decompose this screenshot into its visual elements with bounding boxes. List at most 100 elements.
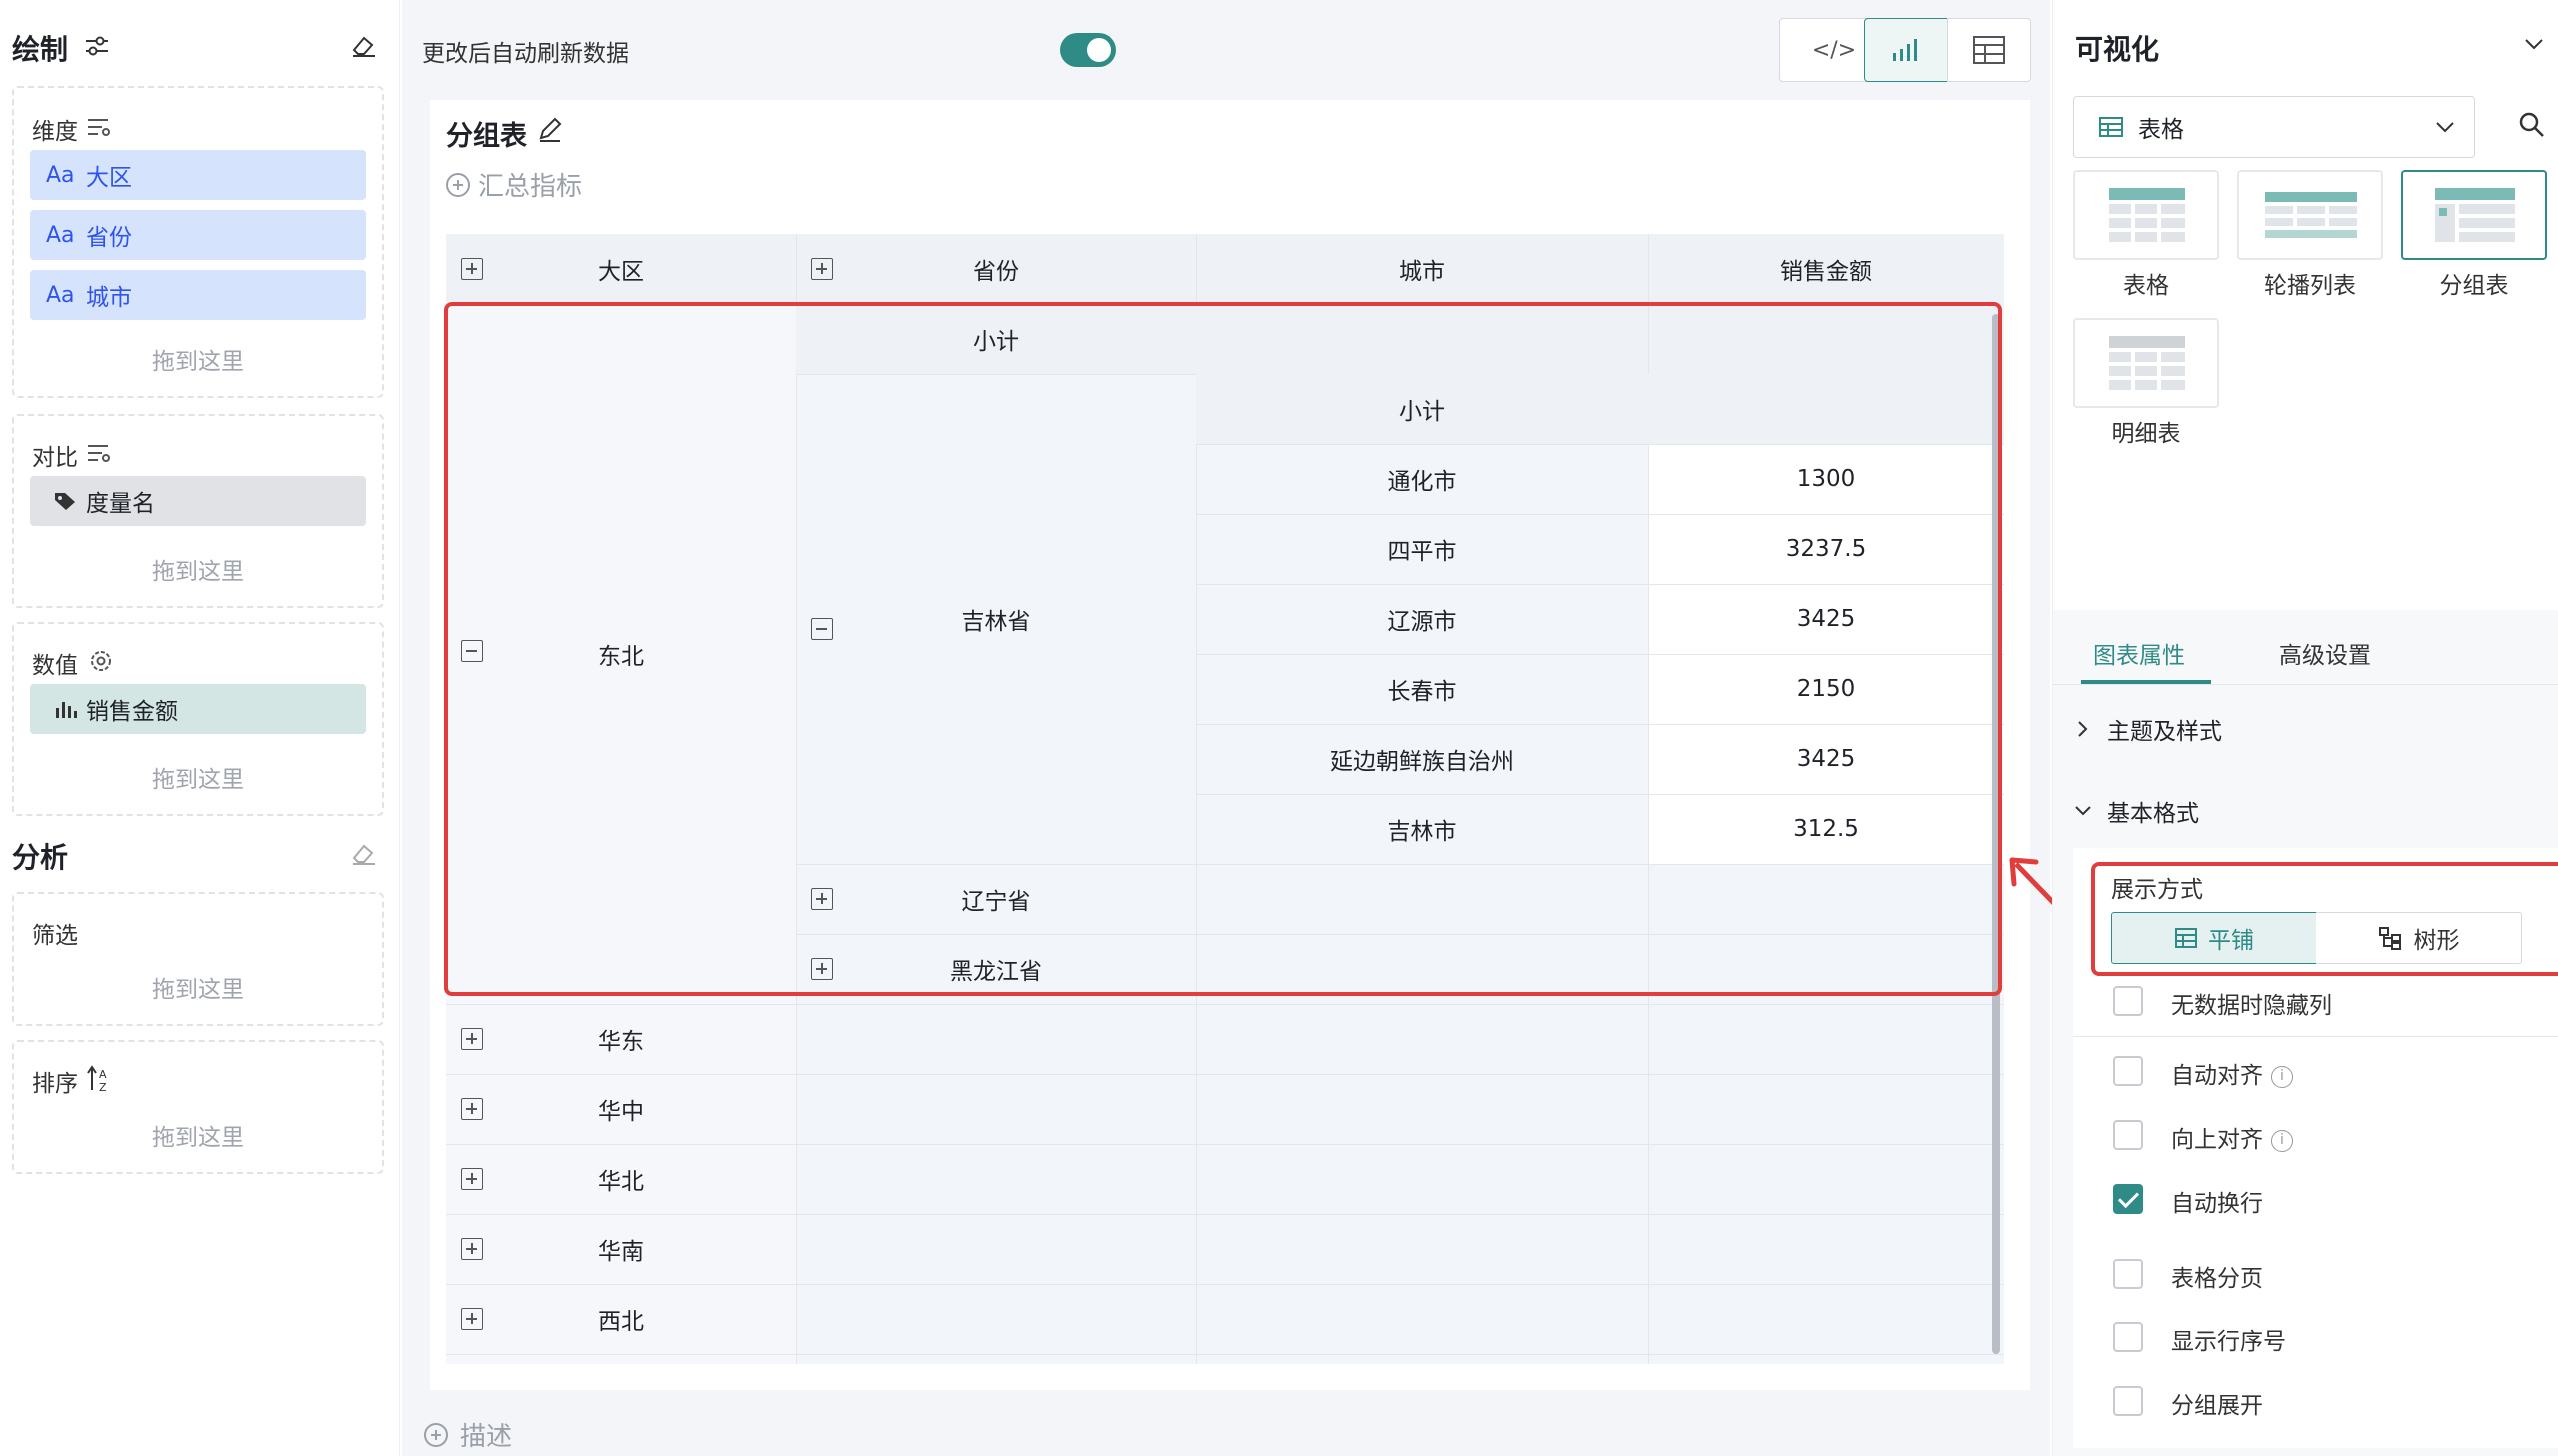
tab-advanced-settings[interactable]: 高级设置 bbox=[2279, 636, 2371, 670]
settings-sliders-icon[interactable] bbox=[84, 34, 110, 58]
eraser-icon[interactable] bbox=[350, 840, 378, 866]
chart-type-label: 分组表 bbox=[2439, 273, 2509, 299]
describe-button[interactable]: 描述 bbox=[424, 1416, 512, 1453]
detail-table-thumbnail-icon bbox=[2109, 336, 2185, 390]
drop-hint: 拖到这里 bbox=[152, 767, 244, 793]
sort-icon[interactable]: AZ bbox=[86, 1064, 112, 1094]
describe-label: 描述 bbox=[460, 1422, 513, 1452]
tag-icon bbox=[55, 493, 75, 510]
checkbox-hide-empty-columns[interactable] bbox=[2113, 986, 2143, 1016]
checkbox-auto-wrap[interactable] bbox=[2113, 1184, 2143, 1214]
add-metric-button[interactable]: 汇总指标 bbox=[446, 166, 582, 203]
header-region[interactable]: 大区 bbox=[446, 234, 796, 304]
chevron-down-icon bbox=[2436, 122, 2454, 133]
text-type-icon: Aa bbox=[46, 282, 75, 308]
chart-type-select[interactable]: 表格 bbox=[2073, 96, 2475, 158]
option-label: 无数据时隐藏列 bbox=[2171, 993, 2332, 1019]
chip-label: 省份 bbox=[86, 225, 132, 251]
chart-type-select-value: 表格 bbox=[2138, 117, 2184, 143]
left-panel: 绘制 维度 Aa 大区 Aa 省份 Aa 城市 拖到这里 对比 度量名 拖到这里 数值 bbox=[0, 0, 400, 1456]
code-icon: </> bbox=[1811, 37, 1857, 63]
chip-label: 度量名 bbox=[86, 491, 155, 517]
search-icon[interactable] bbox=[2517, 110, 2547, 140]
chip-label: 销售金额 bbox=[86, 699, 178, 725]
header-province[interactable]: 省份 bbox=[796, 234, 1196, 304]
region-cell: 华南 bbox=[598, 1239, 644, 1265]
checkbox-auto-align[interactable] bbox=[2113, 1056, 2143, 1086]
header-city[interactable]: 城市 bbox=[1196, 234, 1648, 304]
group-table-thumbnail-icon bbox=[2435, 188, 2515, 242]
value-chip-sales-amount[interactable]: 销售金额 bbox=[30, 684, 366, 734]
highlight-box-display-mode bbox=[2091, 862, 2558, 976]
sort-box[interactable]: 排序 AZ 拖到这里 bbox=[12, 1040, 384, 1174]
option-auto-align: 自动对齐 i bbox=[2171, 1056, 2293, 1090]
info-icon[interactable]: i bbox=[2271, 1065, 2293, 1088]
basic-format-section-header[interactable]: 基本格式 bbox=[2073, 794, 2199, 828]
chart-type-table[interactable] bbox=[2073, 170, 2219, 260]
option-label: 分组展开 bbox=[2171, 1393, 2263, 1419]
dimension-settings-icon[interactable] bbox=[86, 116, 112, 138]
checkbox-top-align[interactable] bbox=[2113, 1120, 2143, 1150]
bar-chart-icon bbox=[56, 702, 77, 718]
chart-view-button[interactable] bbox=[1864, 18, 1948, 82]
svg-text:Z: Z bbox=[99, 1081, 107, 1094]
checkbox-show-row-number[interactable] bbox=[2113, 1322, 2143, 1352]
value-box[interactable]: 数值 销售金额 拖到这里 bbox=[12, 622, 384, 816]
chart-title[interactable]: 分组表 bbox=[446, 114, 527, 153]
filter-label: 筛选 bbox=[32, 923, 78, 949]
edit-pencil-icon[interactable] bbox=[536, 116, 564, 144]
chart-type-group-table[interactable] bbox=[2401, 170, 2547, 260]
section-label: 主题及样式 bbox=[2107, 719, 2222, 745]
compare-box[interactable]: 对比 度量名 拖到这里 bbox=[12, 414, 384, 608]
filter-box[interactable]: 筛选 拖到这里 bbox=[12, 892, 384, 1026]
option-top-align: 向上对齐 i bbox=[2171, 1120, 2293, 1154]
chevron-right-icon bbox=[2078, 721, 2088, 737]
compare-settings-icon[interactable] bbox=[86, 442, 112, 464]
auto-refresh-toggle[interactable] bbox=[1060, 33, 1116, 67]
info-icon[interactable]: i bbox=[2271, 1129, 2293, 1152]
chart-type-label: 轮播列表 bbox=[2264, 273, 2356, 299]
right-panel: 可视化 表格 表格 轮播列表 分组表 明细表 图表属性 高级设置 主题及样式 基… bbox=[2052, 0, 2558, 1456]
chart-type-detail-table[interactable] bbox=[2073, 318, 2219, 408]
chevron-down-icon[interactable] bbox=[2523, 36, 2545, 52]
section-label: 基本格式 bbox=[2107, 801, 2199, 827]
eraser-icon[interactable] bbox=[350, 32, 378, 58]
analysis-section-title: 分析 bbox=[12, 841, 69, 874]
header-sales-amount[interactable]: 销售金额 bbox=[1648, 234, 2004, 304]
plus-circle-icon bbox=[424, 1422, 448, 1447]
table-icon bbox=[2099, 117, 2123, 137]
region-cell: 华中 bbox=[598, 1099, 644, 1125]
region-cell: 华东 bbox=[598, 1029, 644, 1055]
region-cell: 西北 bbox=[598, 1309, 644, 1335]
option-label: 向上对齐 bbox=[2171, 1127, 2263, 1153]
drop-hint: 拖到这里 bbox=[152, 349, 244, 375]
dimension-box[interactable]: 维度 Aa 大区 Aa 省份 Aa 城市 拖到这里 bbox=[12, 86, 384, 398]
dimension-label: 维度 bbox=[32, 119, 78, 145]
add-metric-label: 汇总指标 bbox=[478, 172, 583, 202]
plus-circle-icon bbox=[446, 172, 470, 197]
sort-label: 排序 bbox=[32, 1071, 78, 1097]
option-label: 显示行序号 bbox=[2171, 1329, 2286, 1355]
checkbox-table-pagination[interactable] bbox=[2113, 1259, 2143, 1289]
draw-section-title: 绘制 bbox=[12, 33, 69, 66]
option-label: 自动换行 bbox=[2171, 1191, 2263, 1217]
chart-type-label: 明细表 bbox=[2111, 421, 2181, 447]
chart-type-label: 表格 bbox=[2123, 273, 2169, 299]
chart-type-carousel[interactable] bbox=[2237, 170, 2383, 260]
tab-chart-properties[interactable]: 图表属性 bbox=[2093, 636, 2185, 670]
dimension-chip-province[interactable]: Aa 省份 bbox=[30, 210, 366, 260]
region-cell: 华北 bbox=[598, 1169, 644, 1195]
text-type-icon: Aa bbox=[46, 222, 75, 248]
dimension-chip-city[interactable]: Aa 城市 bbox=[30, 270, 366, 320]
options-divider bbox=[2073, 1036, 2558, 1037]
compare-chip-measure-name[interactable]: 度量名 bbox=[30, 476, 366, 526]
checkbox-group-expand[interactable] bbox=[2113, 1386, 2143, 1416]
dimension-chip-region[interactable]: Aa 大区 bbox=[30, 150, 366, 200]
value-settings-gear-icon[interactable] bbox=[88, 648, 114, 674]
table-icon bbox=[1973, 36, 2005, 64]
drop-hint: 拖到这里 bbox=[152, 977, 244, 1003]
table-view-button[interactable] bbox=[1947, 18, 2031, 82]
theme-style-section-header[interactable]: 主题及样式 bbox=[2073, 712, 2222, 746]
compare-label: 对比 bbox=[32, 445, 78, 471]
chip-label: 大区 bbox=[86, 165, 132, 191]
